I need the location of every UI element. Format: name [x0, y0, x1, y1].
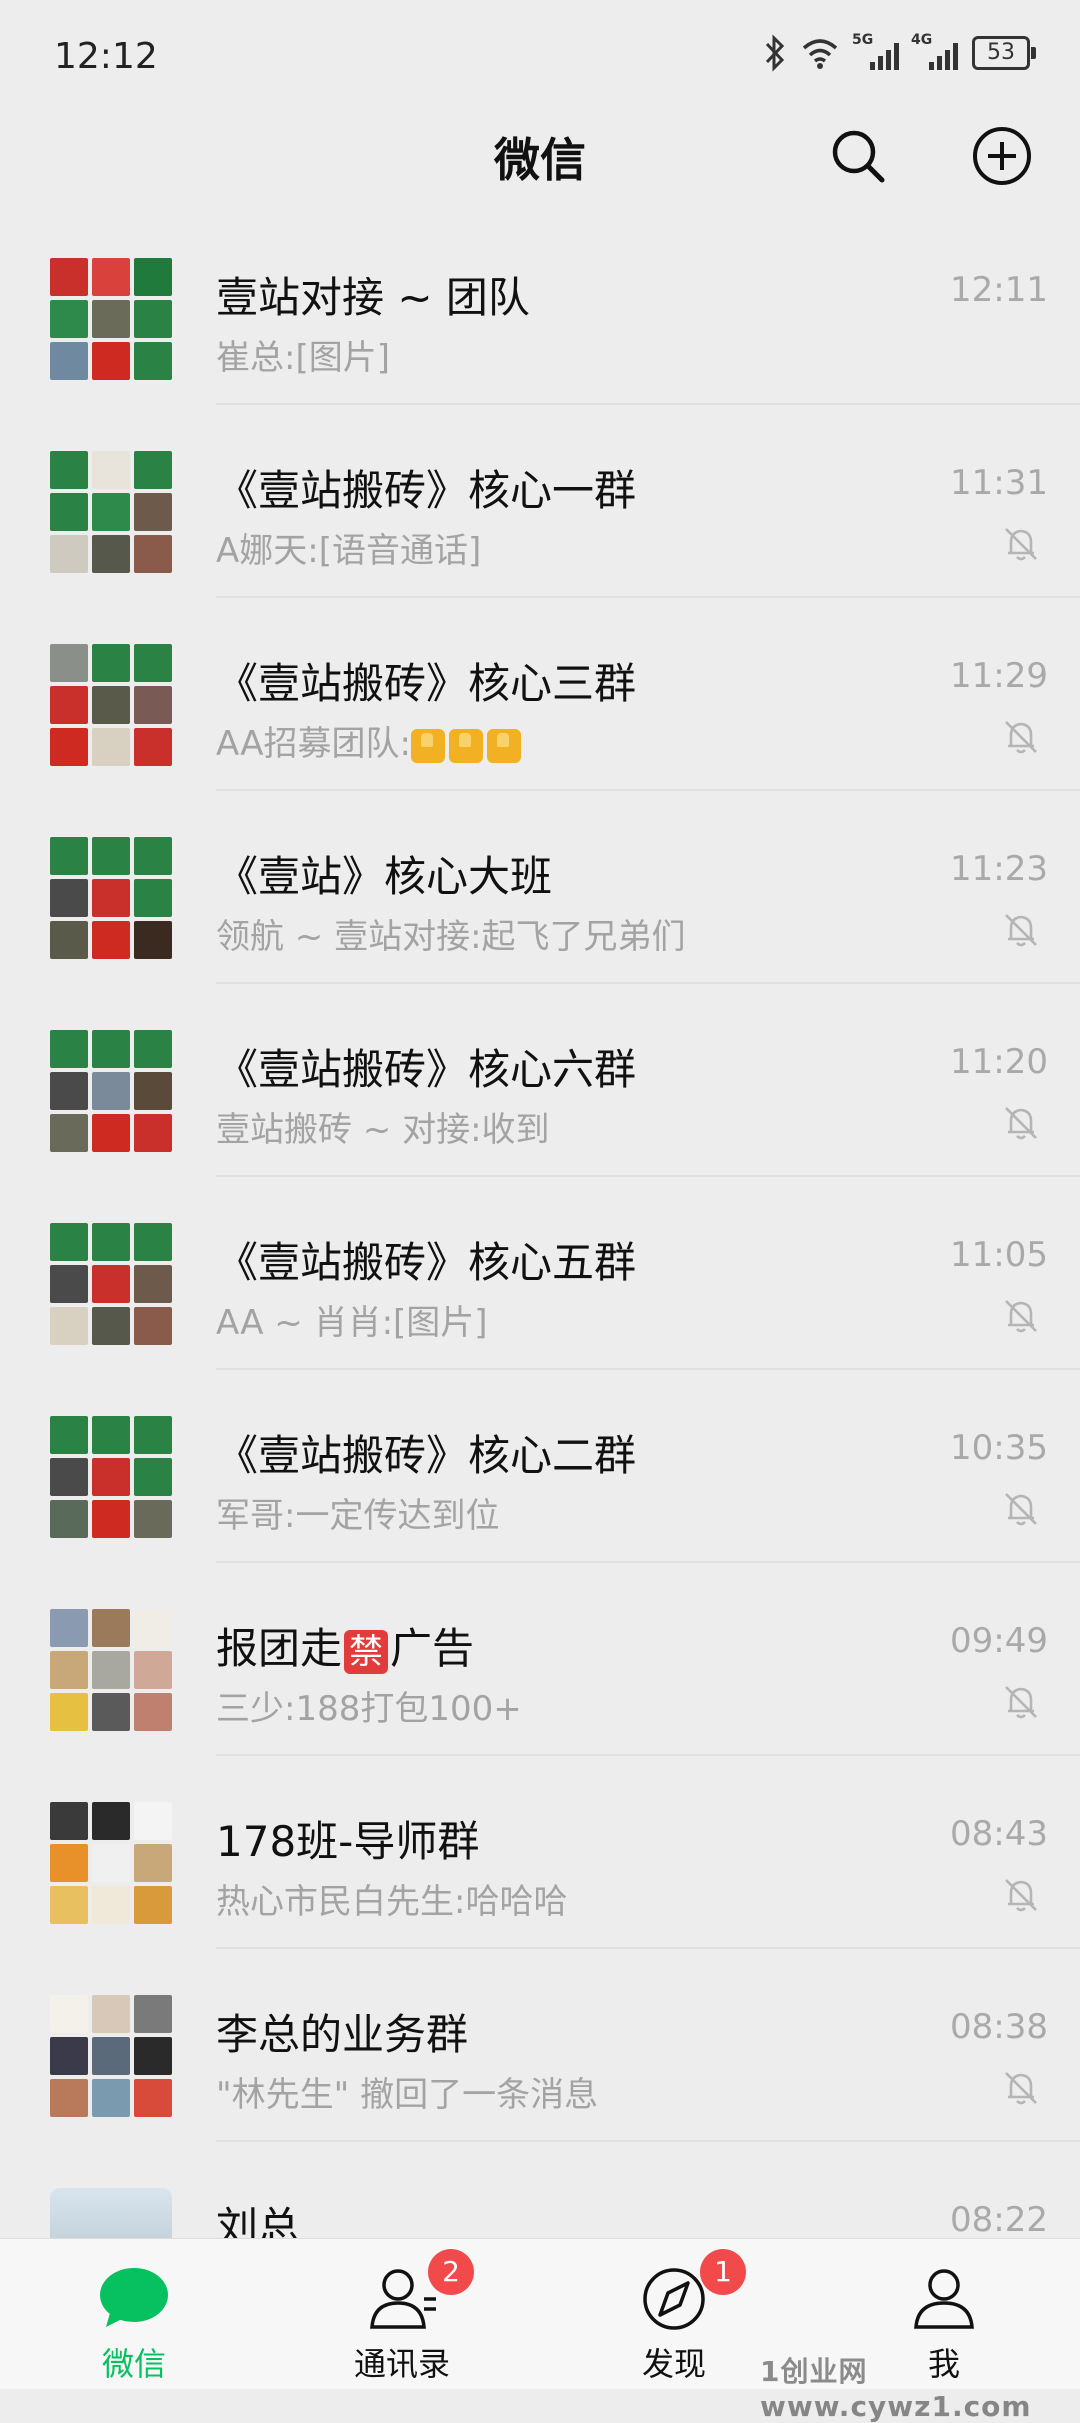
chat-time: 08:43	[950, 1814, 1048, 1854]
mute-bell-icon	[1005, 1300, 1037, 1333]
chat-preview: 热心市民白先生:哈哈哈	[216, 1882, 568, 1922]
chat-row[interactable]: 《壹站》核心大班 领航 ~ 壹站对接:起飞了兄弟们 11:23	[0, 791, 1080, 984]
page-title: 微信	[494, 133, 586, 187]
status-time: 12:12	[54, 36, 158, 77]
chat-name: 壹站对接 ~ 团队	[216, 273, 530, 322]
chat-name: 178班-导师群	[216, 1817, 480, 1866]
app-header: 微信	[0, 110, 1080, 202]
mute-bell-icon	[1005, 2072, 1037, 2105]
chat-preview: 三少:188打包100+	[216, 1689, 522, 1729]
group-avatar	[50, 1223, 172, 1345]
chat-name-part: 报团走	[216, 1624, 343, 1673]
group-avatar	[50, 258, 172, 380]
ban-emoji: 禁	[344, 1629, 389, 1674]
chat-bubble-icon	[100, 2268, 168, 2327]
tab-label: 微信	[101, 2345, 166, 2383]
wifi-icon	[802, 39, 838, 69]
chat-name: 《壹站搬砖》核心三群	[216, 659, 637, 708]
search-icon[interactable]	[826, 124, 890, 188]
group-avatar	[50, 1030, 172, 1152]
chat-name: 《壹站搬砖》核心六群	[216, 1045, 637, 1094]
thumbs-up-icon	[486, 728, 521, 763]
chat-name: 《壹站搬砖》核心一群	[216, 466, 637, 515]
chat-time: 11:05	[950, 1235, 1048, 1275]
chat-time: 10:35	[950, 1428, 1048, 1468]
chat-preview: A娜天:[语音通话]	[216, 531, 482, 571]
chat-time: 08:22	[950, 2200, 1048, 2240]
status-icons: 5G 4G 53	[764, 32, 1036, 72]
mute-bell-icon	[1005, 1879, 1037, 1912]
group-avatar	[50, 1995, 172, 2117]
status-bar: 12:12 5G 4G 53	[0, 0, 1080, 110]
chat-name-part: 广告	[390, 1624, 475, 1673]
chat-preview: 领航 ~ 壹站对接:起飞了兄弟们	[216, 917, 686, 957]
signal-4g-label: 4G	[911, 32, 933, 48]
person-icon	[914, 2269, 974, 2329]
chat-row[interactable]: 报团走禁广告 三少:188打包100+ 09:49	[0, 1563, 1080, 1756]
mute-bell-icon	[1005, 1107, 1037, 1140]
group-avatar	[50, 1802, 172, 1924]
chat-time: 08:38	[950, 2007, 1048, 2047]
tab-label: 发现	[641, 2345, 706, 2383]
chat-row[interactable]: 《壹站搬砖》核心二群 军哥:一定传达到位 10:35	[0, 1370, 1080, 1563]
watermark-text: 1创业网www.cywz1.com	[760, 2355, 1032, 2423]
chat-time: 12:11	[950, 270, 1048, 310]
chat-row[interactable]: 《壹站搬砖》核心六群 壹站搬砖 ~ 对接:收到 11:20	[0, 984, 1080, 1177]
chat-preview: "林先生" 撤回了一条消息	[216, 2075, 599, 2115]
group-avatar	[50, 837, 172, 959]
chat-row[interactable]: 李总的业务群 "林先生" 撤回了一条消息 08:38	[0, 1949, 1080, 2142]
mute-bell-icon	[1005, 721, 1037, 754]
tab-contacts[interactable]: 2 通讯录	[302, 2239, 502, 2389]
tab-discover[interactable]: 1 发现	[574, 2239, 774, 2389]
group-avatar	[50, 1609, 172, 1731]
tab-label: 通讯录	[353, 2345, 450, 2383]
thumbs-up-icon	[410, 728, 445, 763]
unread-badge: 1	[700, 2249, 746, 2295]
chat-preview: 军哥:一定传达到位	[216, 1496, 500, 1536]
signal-5g-icon: 5G	[852, 32, 899, 70]
chat-time: 11:23	[950, 849, 1048, 889]
thumbs-up-icon	[448, 728, 483, 763]
add-circle-icon[interactable]	[970, 124, 1034, 188]
chat-name: 《壹站》核心大班	[216, 852, 553, 901]
group-avatar	[50, 644, 172, 766]
chat-row[interactable]: 壹站对接 ~ 团队 崔总:[图片] 12:11	[0, 212, 1080, 405]
chat-row[interactable]: 《壹站搬砖》核心三群 AA招募团队: 11:29	[0, 598, 1080, 791]
battery-indicator: 53	[972, 36, 1036, 70]
mute-bell-icon	[1005, 1686, 1037, 1719]
chat-row[interactable]: 《壹站搬砖》核心五群 AA ~ 肖肖:[图片] 11:05	[0, 1177, 1080, 1370]
mute-bell-icon	[1005, 914, 1037, 947]
signal-5g-label: 5G	[852, 32, 874, 48]
chat-time: 11:20	[950, 1042, 1048, 1082]
chat-row[interactable]: 《壹站搬砖》核心一群 A娜天:[语音通话] 11:31	[0, 405, 1080, 598]
signal-4g-icon: 4G	[911, 32, 958, 70]
chat-row[interactable]: 178班-导师群 热心市民白先生:哈哈哈 08:43	[0, 1756, 1080, 1949]
mute-bell-icon	[1005, 528, 1037, 561]
tab-chats[interactable]: 微信	[34, 2239, 234, 2389]
unread-badge: 2	[428, 2249, 474, 2295]
chat-name: 《壹站搬砖》核心二群	[216, 1431, 637, 1480]
chat-list: 壹站对接 ~ 团队 崔总:[图片] 12:11 《壹站搬砖》核心一群 A娜天:[…	[0, 212, 1080, 2335]
chat-preview: AA招募团队:	[216, 716, 525, 765]
chat-preview: 壹站搬砖 ~ 对接:收到	[216, 1110, 550, 1150]
chat-preview: AA ~ 肖肖:[图片]	[216, 1303, 488, 1343]
group-avatar	[50, 1416, 172, 1538]
mute-bell-icon	[1005, 1493, 1037, 1526]
group-avatar	[50, 451, 172, 573]
chat-preview: 崔总:[图片]	[216, 338, 390, 378]
chat-preview-text: AA招募团队:	[216, 724, 411, 764]
chat-time: 11:29	[950, 656, 1048, 696]
chat-name: 《壹站搬砖》核心五群	[216, 1238, 637, 1287]
chat-name: 李总的业务群	[216, 2010, 469, 2059]
chat-time: 09:49	[950, 1621, 1048, 1661]
bluetooth-icon	[765, 34, 785, 72]
chat-name: 报团走禁广告	[216, 1615, 474, 1676]
chat-time: 11:31	[950, 463, 1048, 503]
